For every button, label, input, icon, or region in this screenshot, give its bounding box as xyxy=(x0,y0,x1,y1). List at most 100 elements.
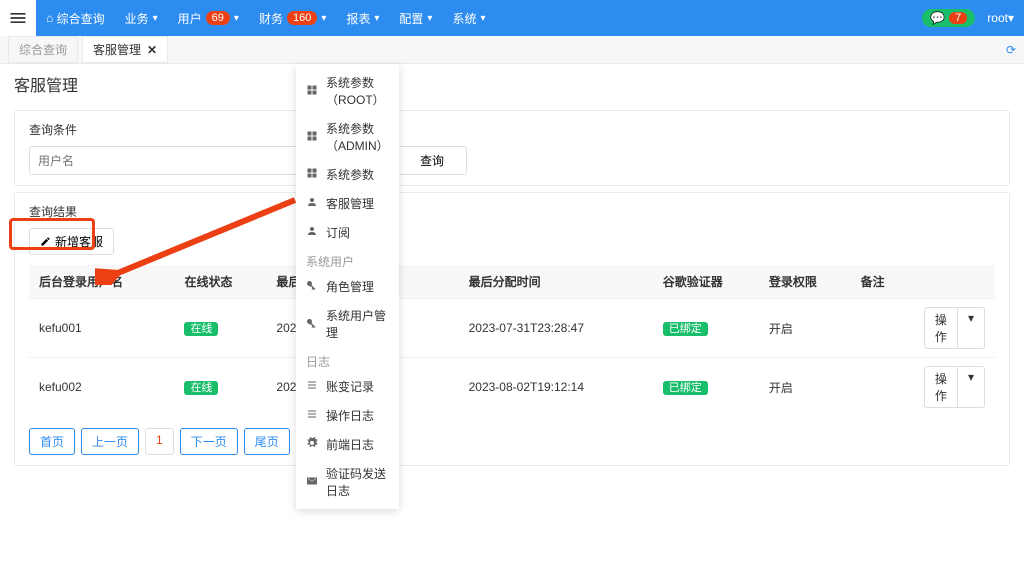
search-button[interactable]: 查询 xyxy=(397,146,467,175)
menu-item-label: 系统用户管理 xyxy=(326,307,389,341)
table-row: kefu002在线2023-042023-08-02T19:12:14已绑定开启… xyxy=(29,358,995,417)
nav-label: 用户 xyxy=(178,10,202,27)
hamburger-menu[interactable] xyxy=(0,0,36,36)
row-action-caret[interactable]: ▾ xyxy=(958,307,985,349)
nav-label: 系统 xyxy=(452,10,476,27)
nav-home[interactable]: ⌂ 综合查询 xyxy=(36,0,115,36)
nav-label: 报表 xyxy=(346,10,370,27)
menu-item-label: 操作日志 xyxy=(326,407,374,424)
cell-last-assign: 2023-08-02T19:12:14 xyxy=(459,358,653,417)
username: root xyxy=(987,11,1008,25)
menu-item[interactable]: 系统用户管理 xyxy=(296,301,399,347)
caret-down-icon: ▾ xyxy=(374,13,379,24)
col-ga: 谷歌验证器 xyxy=(653,265,759,299)
menu-group-log: 日志 xyxy=(296,347,399,372)
grid-icon xyxy=(306,84,326,99)
search-panel: 查询条件 查询 xyxy=(14,110,1010,186)
pager-num[interactable]: 1 xyxy=(145,428,174,455)
nav-label: 业务 xyxy=(125,10,149,27)
add-button[interactable]: 新增客服 xyxy=(29,228,114,255)
col-username: 后台登录用户名 xyxy=(29,265,174,299)
nav-config[interactable]: 配置 ▾ xyxy=(389,0,442,36)
pager-last[interactable]: 尾页 xyxy=(244,428,290,455)
cell-login: 开启 xyxy=(759,299,851,358)
row-action-caret[interactable]: ▾ xyxy=(958,366,985,408)
key-icon xyxy=(306,317,326,332)
user-dropdown[interactable]: root ▾ xyxy=(987,11,1014,25)
pager: 首页 上一页 1 下一页 尾页 xyxy=(29,428,995,455)
nav-finance[interactable]: 财务 160 ▾ xyxy=(249,0,336,36)
nav-user[interactable]: 用户 69 ▾ xyxy=(168,0,249,36)
menu-item-label: 订阅 xyxy=(326,224,350,241)
caret-down-icon: ▾ xyxy=(1008,11,1014,25)
nav-report[interactable]: 报表 ▾ xyxy=(336,0,389,36)
main-nav: ⌂ 综合查询 业务 ▾ 用户 69 ▾ 财务 160 ▾ 报表 ▾ 配置 ▾ 系统 ▾ xyxy=(36,0,496,36)
mail-icon xyxy=(306,475,326,490)
results-table: 后台登录用户名 在线状态 最后上线 最后分配时间 谷歌验证器 登录权限 备注 k… xyxy=(29,265,995,416)
caret-down-icon: ▾ xyxy=(234,13,239,24)
row-action-button[interactable]: 操作 xyxy=(924,366,958,408)
system-dropdown: 系统参数（ROOT） 系统参数（ADMIN） 系统参数客服管理订阅 系统用户 角色管… xyxy=(296,64,399,509)
caret-down-icon: ▾ xyxy=(153,13,158,24)
pager-prev[interactable]: 上一页 xyxy=(81,428,139,455)
grid-icon xyxy=(306,167,326,182)
nav-system[interactable]: 系统 ▾ xyxy=(442,0,495,36)
nav-business[interactable]: 业务 ▾ xyxy=(115,0,168,36)
row-action-button[interactable]: 操作 xyxy=(924,307,958,349)
menu-item[interactable]: 系统参数（ADMIN） xyxy=(296,114,399,160)
pencil-icon xyxy=(40,236,51,247)
chat-count: 7 xyxy=(949,12,967,24)
menu-item-label: 角色管理 xyxy=(326,278,374,295)
menu-item[interactable]: 角色管理 xyxy=(296,272,399,301)
nav-right: 💬 7 root ▾ xyxy=(922,9,1024,27)
menu-group-sysuser: 系统用户 xyxy=(296,247,399,272)
menu-item[interactable]: 客服管理 xyxy=(296,189,399,218)
cell-user: kefu001 xyxy=(29,299,174,358)
pager-first[interactable]: 首页 xyxy=(29,428,75,455)
nav-home-label: 综合查询 xyxy=(57,10,105,27)
menu-item[interactable]: 系统参数（ROOT） xyxy=(296,68,399,114)
chat-icon: 💬 xyxy=(930,11,945,25)
cell-status: 在线 xyxy=(174,358,266,417)
page-tabs: 综合查询 客服管理 ✕ ⟳ xyxy=(0,36,1024,64)
table-row: kefu001在线2023-042023-07-31T23:28:47已绑定开启… xyxy=(29,299,995,358)
cell-action: 操作▾ xyxy=(914,299,995,358)
caret-down-icon: ▾ xyxy=(427,13,432,24)
tab-label: 综合查询 xyxy=(19,41,67,58)
user-icon xyxy=(306,196,326,211)
menu-item[interactable]: 订阅 xyxy=(296,218,399,247)
close-icon[interactable]: ✕ xyxy=(147,43,157,57)
topbar: ⌂ 综合查询 业务▾ 用户 69 ▾ 财务 160 ▾ 报表▾ 配置▾ 系统▾ … xyxy=(0,0,1024,36)
pager-next[interactable]: 下一页 xyxy=(180,428,238,455)
list-icon xyxy=(306,379,326,394)
cell-remark xyxy=(851,299,914,358)
menu-item[interactable]: 账变记录 xyxy=(296,372,399,401)
menu-item-label: 系统参数（ADMIN） xyxy=(326,120,389,154)
col-last-assign: 最后分配时间 xyxy=(459,265,653,299)
menu-item-label: 账变记录 xyxy=(326,378,374,395)
nav-label: 配置 xyxy=(399,10,423,27)
results-panel: 查询结果 新增客服 后台登录用户名 在线状态 最后上线 最后分配时间 谷歌验证器… xyxy=(14,192,1010,466)
menu-item-label: 前端日志 xyxy=(326,436,374,453)
caret-down-icon: ▾ xyxy=(321,13,326,24)
menu-item[interactable]: 前端日志 xyxy=(296,430,399,459)
col-remark: 备注 xyxy=(851,265,914,299)
tab-inactive[interactable]: 综合查询 xyxy=(8,36,78,63)
menu-item[interactable]: 系统参数 xyxy=(296,160,399,189)
key-icon xyxy=(306,279,326,294)
home-icon: ⌂ xyxy=(46,11,53,25)
menu-item-label: 客服管理 xyxy=(326,195,374,212)
caret-down-icon: ▾ xyxy=(480,13,485,24)
tab-active[interactable]: 客服管理 ✕ xyxy=(82,36,168,63)
menu-item-label: 验证码发送日志 xyxy=(326,465,389,499)
chat-button[interactable]: 💬 7 xyxy=(922,9,975,27)
cell-user: kefu002 xyxy=(29,358,174,417)
tab-label: 客服管理 xyxy=(93,41,141,58)
cell-status: 在线 xyxy=(174,299,266,358)
menu-item[interactable]: 验证码发送日志 xyxy=(296,459,399,505)
menu-item[interactable]: 操作日志 xyxy=(296,401,399,430)
refresh-icon[interactable]: ⟳ xyxy=(1006,43,1016,57)
col-login: 登录权限 xyxy=(759,265,851,299)
search-title: 查询条件 xyxy=(29,121,995,138)
cell-ga: 已绑定 xyxy=(653,358,759,417)
